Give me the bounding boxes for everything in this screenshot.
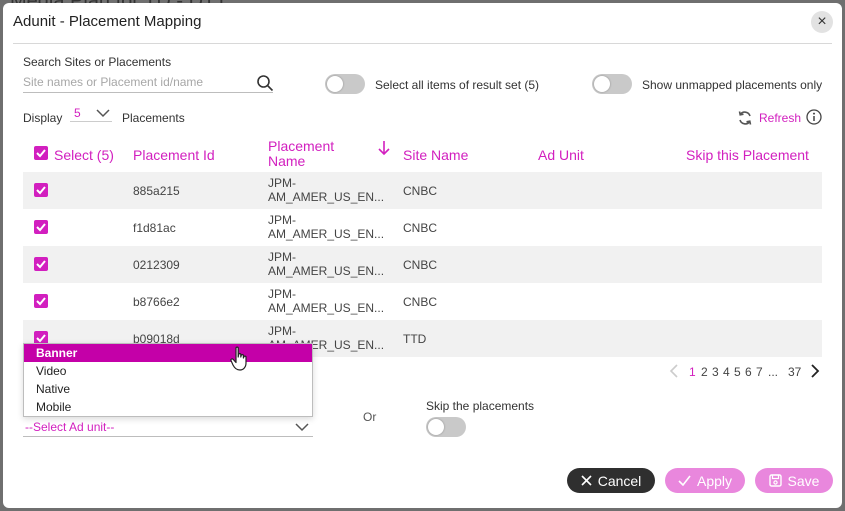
page-size-suffix: Placements: [122, 111, 185, 125]
row-checkbox[interactable]: [34, 294, 48, 308]
toggle-knob: [327, 76, 343, 92]
unmapped-only-label: Show unmapped placements only: [642, 78, 823, 92]
hand-pointer-icon: [230, 346, 247, 371]
site-name: CNBC: [403, 221, 438, 235]
placement-id: b8766e2: [133, 295, 180, 309]
search-input[interactable]: [23, 71, 273, 93]
page-link-5[interactable]: 5: [734, 365, 741, 379]
table-row: 885a215 JPM- AM_AMER_US_EN... CNBC: [23, 172, 822, 209]
row-checkbox[interactable]: [34, 220, 48, 234]
placement-mapping-modal: Adunit - Placement Mapping × Search Site…: [3, 3, 842, 508]
modal-title: Adunit - Placement Mapping: [13, 13, 202, 30]
unmapped-only-toggle[interactable]: [592, 74, 632, 94]
ad-unit-option-banner[interactable]: Banner: [24, 344, 312, 362]
ad-unit-option-native[interactable]: Native: [24, 380, 312, 398]
chevron-down-icon: [295, 423, 309, 432]
page-link-4[interactable]: 4: [723, 365, 730, 379]
refresh-button[interactable]: Refresh: [737, 108, 801, 128]
page-link-2[interactable]: 2: [701, 365, 708, 379]
title-divider: [13, 43, 832, 44]
check-icon: [678, 475, 691, 486]
save-label: Save: [787, 472, 820, 489]
ad-unit-option-video[interactable]: Video: [24, 362, 312, 380]
site-name: CNBC: [403, 184, 438, 198]
select-all-checkbox[interactable]: [34, 146, 48, 160]
apply-button[interactable]: Apply: [665, 468, 745, 493]
site-name: TTD: [403, 332, 427, 346]
select-all-label: Select all items of result set (5): [375, 78, 540, 92]
search-icon[interactable]: [256, 74, 274, 92]
header-skip-placement: Skip this Placement: [686, 147, 809, 163]
ad-unit-select[interactable]: --Select Ad unit--: [23, 415, 313, 437]
select-all-toggle[interactable]: [325, 74, 365, 94]
ad-unit-select-value: --Select Ad unit--: [25, 420, 115, 434]
page-next-icon[interactable]: [810, 363, 820, 379]
info-icon[interactable]: [806, 109, 822, 125]
header-select: Select (5): [54, 147, 114, 163]
ad-unit-option-mobile[interactable]: Mobile: [24, 398, 312, 416]
row-checkbox[interactable]: [34, 257, 48, 271]
cancel-label: Cancel: [597, 472, 642, 489]
toggle-knob: [428, 419, 444, 435]
page-link-6[interactable]: 6: [745, 365, 752, 379]
close-icon: ×: [817, 13, 827, 30]
page-prev-icon[interactable]: [669, 363, 679, 379]
page-size-select[interactable]: 5: [70, 104, 112, 122]
skip-placements-toggle[interactable]: [426, 417, 466, 437]
floppy-disk-icon: [768, 474, 782, 487]
header-placement-id[interactable]: Placement Id: [133, 147, 215, 163]
placement-name: JPM- AM_AMER_US_EN...: [268, 250, 385, 278]
page-size-value: 5: [74, 106, 81, 120]
page-ellipsis: ...: [768, 365, 779, 379]
close-icon: [581, 475, 592, 486]
page-link-7[interactable]: 7: [756, 365, 763, 379]
refresh-icon: [738, 111, 752, 125]
table-row: 0212309 JPM- AM_AMER_US_EN... CNBC: [23, 246, 822, 283]
search-label: Search Sites or Placements: [23, 55, 172, 69]
site-name: CNBC: [403, 295, 438, 309]
display-label: Display: [23, 111, 63, 125]
placement-id: f1d81ac: [133, 221, 176, 235]
sort-arrow-down-icon[interactable]: [377, 140, 391, 156]
skip-placements-label: Skip the placements: [426, 399, 535, 413]
refresh-label: Refresh: [759, 111, 802, 125]
placement-id: 885a215: [133, 184, 180, 198]
placement-name: JPM- AM_AMER_US_EN...: [268, 213, 385, 241]
close-button[interactable]: ×: [811, 11, 833, 33]
table-row: b8766e2 JPM- AM_AMER_US_EN... CNBC: [23, 283, 822, 320]
apply-label: Apply: [696, 472, 733, 489]
header-placement-name[interactable]: Placement Name: [268, 139, 358, 169]
save-button[interactable]: Save: [755, 468, 833, 493]
row-checkbox[interactable]: [34, 183, 48, 197]
or-label: Or: [363, 410, 377, 424]
placement-name: JPM- AM_AMER_US_EN...: [268, 287, 385, 315]
header-ad-unit: Ad Unit: [538, 147, 584, 163]
page-link-1[interactable]: 1: [689, 365, 696, 379]
placement-name: JPM- AM_AMER_US_EN...: [268, 176, 385, 204]
header-site-name[interactable]: Site Name: [403, 147, 468, 163]
site-name: CNBC: [403, 258, 438, 272]
page-link-3[interactable]: 3: [712, 365, 719, 379]
placement-id: 0212309: [133, 258, 180, 272]
cancel-button[interactable]: Cancel: [567, 468, 655, 493]
chevron-down-icon: [96, 109, 110, 118]
page-link-last[interactable]: 37: [788, 365, 801, 379]
toggle-knob: [594, 76, 610, 92]
table-row: f1d81ac JPM- AM_AMER_US_EN... CNBC: [23, 209, 822, 246]
ad-unit-dropdown-menu: Banner Video Native Mobile: [23, 343, 313, 417]
